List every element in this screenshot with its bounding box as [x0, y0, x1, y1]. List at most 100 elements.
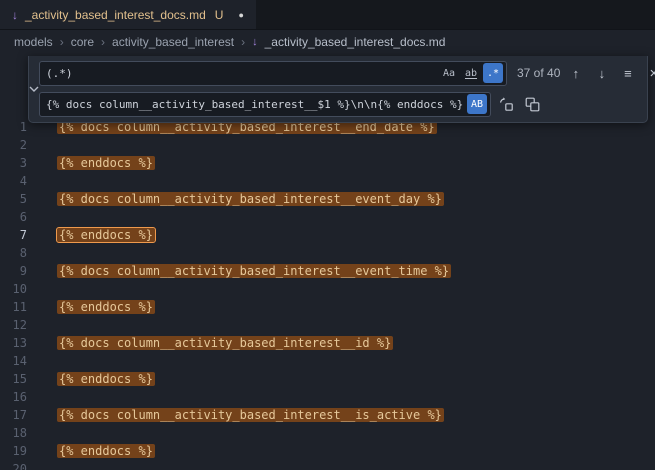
line-number: 2	[0, 136, 36, 154]
line-number: 8	[0, 244, 36, 262]
breadcrumb-separator: ›	[241, 35, 245, 49]
breadcrumb-item-activity-based-interest[interactable]: activity_based_interest	[112, 35, 234, 49]
tab-activity-docs[interactable]: ↓ _activity_based_interest_docs.md U ●	[0, 0, 256, 29]
line-number: 16	[0, 388, 36, 406]
line-content[interactable]: {% docs column__activity_based_interest_…	[36, 406, 442, 424]
line-content[interactable]: {% docs column__activity_based_interest_…	[36, 262, 449, 280]
breadcrumb-separator: ›	[60, 35, 64, 49]
line-number: 5	[0, 190, 36, 208]
line-number: 6	[0, 208, 36, 226]
find-match: {% docs column__activity_based_interest_…	[57, 336, 393, 350]
regex-button[interactable]: .*	[483, 63, 503, 83]
next-match-button[interactable]: ↓	[591, 63, 612, 84]
line-number: 18	[0, 424, 36, 442]
line-number: 3	[0, 154, 36, 172]
line-number: 20	[0, 460, 36, 470]
find-input-box: Aa ab .*	[39, 61, 507, 86]
git-status-badge: U	[215, 8, 224, 22]
line-content[interactable]	[36, 136, 59, 154]
code-line[interactable]: 19 {% enddocs %}	[0, 442, 655, 460]
code-line[interactable]: 16	[0, 388, 655, 406]
code-line[interactable]: 10	[0, 280, 655, 298]
replace-row: AB	[39, 91, 655, 117]
find-match: {% enddocs %}	[57, 372, 155, 386]
code-line[interactable]: 7 {% enddocs %}	[0, 226, 655, 244]
line-number: 13	[0, 334, 36, 352]
close-find-widget-button[interactable]: ×	[643, 63, 655, 84]
find-match: {% enddocs %}	[57, 228, 155, 242]
unsaved-changes-dot-icon[interactable]: ●	[238, 10, 243, 20]
replace-input[interactable]	[46, 98, 465, 111]
code-line[interactable]: 9 {% docs column__activity_based_interes…	[0, 262, 655, 280]
breadcrumb-item-core[interactable]: core	[71, 35, 94, 49]
match-count: 37 of 40	[517, 66, 560, 80]
code-line[interactable]: 5 {% docs column__activity_based_interes…	[0, 190, 655, 208]
line-content[interactable]	[36, 172, 59, 190]
whole-word-button[interactable]: ab	[461, 63, 481, 83]
breadcrumb-item-file[interactable]: _activity_based_interest_docs.md	[265, 35, 446, 49]
code-line[interactable]: 15 {% enddocs %}	[0, 370, 655, 388]
code-line[interactable]: 11 {% enddocs %}	[0, 298, 655, 316]
line-number: 10	[0, 280, 36, 298]
line-content[interactable]	[36, 316, 59, 334]
code-line[interactable]: 13 {% docs column__activity_based_intere…	[0, 334, 655, 352]
code-line[interactable]: 20	[0, 460, 655, 470]
line-number: 19	[0, 442, 36, 460]
line-number: 4	[0, 172, 36, 190]
editor[interactable]: Aa ab .* 37 of 40 ↑ ↓ ≡ × AB	[0, 54, 655, 470]
line-number: 7	[0, 226, 36, 244]
line-number: 17	[0, 406, 36, 424]
code-line[interactable]: 4	[0, 172, 655, 190]
find-match: {% enddocs %}	[57, 156, 155, 170]
match-case-button[interactable]: Aa	[439, 63, 459, 83]
replace-button[interactable]	[496, 94, 517, 115]
tab-title: _activity_based_interest_docs.md	[25, 8, 206, 22]
replace-input-box: AB	[39, 92, 491, 117]
find-input[interactable]	[46, 67, 437, 80]
line-content[interactable]: {% enddocs %}	[36, 442, 153, 460]
line-number: 11	[0, 298, 36, 316]
breadcrumb: models › core › activity_based_interest …	[0, 30, 655, 54]
code-line[interactable]: 6	[0, 208, 655, 226]
find-row: Aa ab .* 37 of 40 ↑ ↓ ≡ ×	[39, 60, 655, 86]
code-line[interactable]: 3 {% enddocs %}	[0, 154, 655, 172]
line-content[interactable]	[36, 352, 59, 370]
code-line[interactable]: 14	[0, 352, 655, 370]
tab-bar: ↓ _activity_based_interest_docs.md U ●	[0, 0, 655, 30]
breadcrumb-separator: ›	[101, 35, 105, 49]
find-match: {% enddocs %}	[57, 444, 155, 458]
find-replace-widget: Aa ab .* 37 of 40 ↑ ↓ ≡ × AB	[28, 56, 648, 123]
markdown-file-icon: ↓	[12, 9, 18, 21]
line-content[interactable]	[36, 208, 59, 226]
preserve-case-button[interactable]: AB	[467, 94, 487, 114]
line-content[interactable]	[36, 280, 59, 298]
find-match: {% enddocs %}	[57, 300, 155, 314]
code-line[interactable]: 18	[0, 424, 655, 442]
line-content[interactable]: {% enddocs %}	[36, 226, 153, 244]
line-content[interactable]: {% enddocs %}	[36, 154, 153, 172]
line-content[interactable]	[36, 460, 59, 470]
line-number: 14	[0, 352, 36, 370]
previous-match-button[interactable]: ↑	[565, 63, 586, 84]
code-line[interactable]: 17 {% docs column__activity_based_intere…	[0, 406, 655, 424]
find-match: {% docs column__activity_based_interest_…	[57, 192, 444, 206]
line-number: 15	[0, 370, 36, 388]
line-content[interactable]	[36, 424, 59, 442]
find-in-selection-button[interactable]: ≡	[617, 63, 638, 84]
code-line[interactable]: 8	[0, 244, 655, 262]
replace-all-button[interactable]	[522, 94, 543, 115]
line-content[interactable]: {% docs column__activity_based_interest_…	[36, 190, 442, 208]
line-content[interactable]: {% docs column__activity_based_interest_…	[36, 334, 391, 352]
code-line[interactable]: 2	[0, 136, 655, 154]
breadcrumb-item-models[interactable]: models	[14, 35, 53, 49]
line-content[interactable]	[36, 244, 59, 262]
toggle-replace-chevron-icon[interactable]	[29, 60, 39, 117]
line-number: 9	[0, 262, 36, 280]
line-content[interactable]: {% enddocs %}	[36, 370, 153, 388]
line-content[interactable]	[36, 388, 59, 406]
code-line[interactable]: 12	[0, 316, 655, 334]
line-number: 12	[0, 316, 36, 334]
markdown-file-icon: ↓	[252, 37, 258, 48]
find-match: {% docs column__activity_based_interest_…	[57, 408, 444, 422]
line-content[interactable]: {% enddocs %}	[36, 298, 153, 316]
